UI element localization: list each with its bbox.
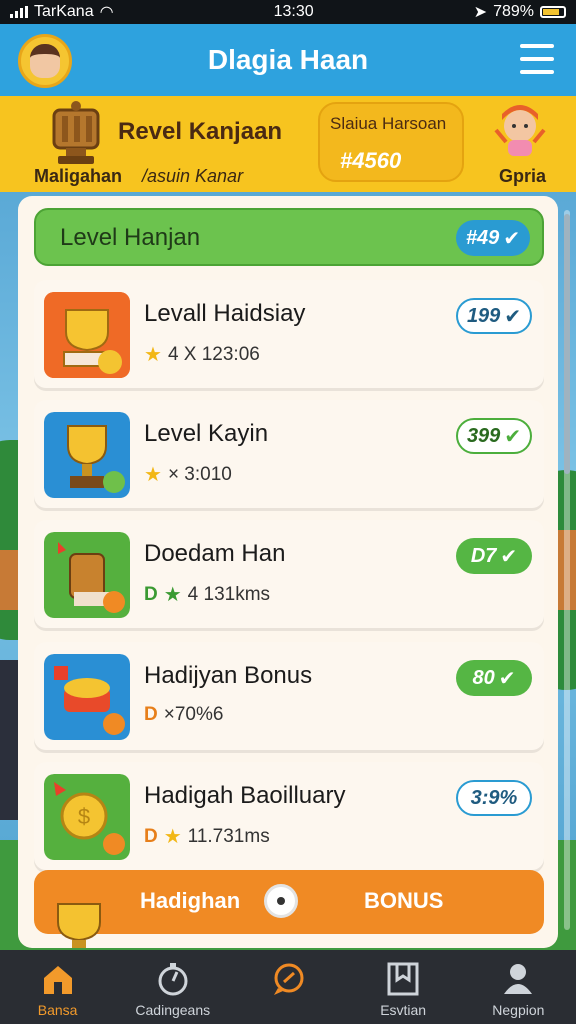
star-icon: ★ — [163, 584, 182, 606]
list-item[interactable]: $ Hadigah Baoilluary D ★ 11.731ms 3:9% — [34, 762, 544, 870]
bookmark-icon — [387, 962, 419, 996]
d-badge-icon: D — [144, 583, 158, 605]
check-icon: ✔ — [503, 227, 521, 250]
banner-subtitle-right: /asuin Kanar — [142, 166, 244, 186]
check-icon: ✔ — [504, 305, 522, 328]
item-title: Hadigah Baoilluary — [144, 782, 346, 809]
item-meta: D ×70%6 — [144, 704, 223, 726]
scrollbar-thumb[interactable] — [564, 214, 570, 474]
item-badge-value: 80 — [472, 666, 495, 689]
chat-icon — [273, 963, 304, 995]
location-icon: ➤ — [473, 4, 488, 21]
signal-icon — [10, 6, 28, 18]
battery-icon — [540, 6, 566, 18]
list-header-badge[interactable]: #49 ✔ — [456, 220, 530, 256]
item-badge[interactable]: 399 ✔ — [456, 418, 532, 454]
d-badge-icon: D — [144, 825, 158, 847]
item-badge[interactable]: 80 ✔ — [456, 660, 532, 696]
trophy-icon — [57, 903, 101, 948]
list-item[interactable]: Level Kayin ★ × 3:010 399 ✔ — [34, 400, 544, 508]
home-icon — [43, 966, 72, 994]
item-title: Level Kayin — [144, 420, 269, 447]
score-card-title: Slaiua Harsoan — [330, 114, 447, 133]
item-meta-text: ×70%6 — [163, 704, 224, 725]
trophy-icon — [44, 412, 130, 498]
nav-label: Bansa — [37, 1002, 78, 1018]
nav-label: Cadingeans — [135, 1002, 211, 1018]
token-icon — [264, 884, 298, 918]
item-badge[interactable]: 199 ✔ — [456, 298, 532, 334]
item-meta-text: 11.731ms — [187, 825, 270, 847]
list-header[interactable]: Level Hanjan #49 ✔ — [34, 208, 544, 266]
score-card-value: #4560 — [340, 148, 402, 173]
star-icon: ★ — [144, 344, 162, 366]
bottom-nav: Bansa Cadingeans Esvtian Negpion — [0, 950, 576, 1024]
nav-item-bookmark[interactable]: Esvtian — [348, 950, 458, 1018]
item-badge-value: 199 — [466, 304, 501, 327]
app-title: Dlagia Haan — [207, 44, 369, 75]
banner-title: Revel Kanjaan — [118, 118, 283, 145]
list-item[interactable]: Levall Haidsiay ★ 4 X 123:06 199 ✔ — [34, 280, 544, 388]
banner-subtitle-left: Maligahan — [34, 166, 123, 186]
item-badge[interactable]: 3:9% — [456, 780, 532, 816]
item-meta: D ★ 4 131kms — [144, 582, 270, 607]
item-title: Levall Haidsiay — [144, 300, 306, 327]
nav-label: Esvtian — [380, 1002, 427, 1018]
item-meta: ★ × 3:010 — [144, 462, 232, 487]
check-icon: ✔ — [504, 425, 522, 448]
status-bar: TarKana ◠ 13:30 ➤ 789% — [0, 0, 576, 24]
carrier-name: TarKana — [34, 3, 94, 20]
lantern-icon — [44, 532, 130, 618]
item-badge[interactable]: D7 ✔ — [456, 538, 532, 574]
nav-item-timer[interactable]: Cadingeans — [118, 950, 228, 1018]
item-badge-value: 399 — [466, 424, 501, 447]
item-title: Hadijyan Bonus — [144, 662, 313, 689]
nav-item-home[interactable]: Bansa — [3, 950, 113, 1018]
d-badge-icon: D — [144, 704, 158, 725]
list-item[interactable]: Doedam Han D ★ 4 131kms D7 ✔ — [34, 520, 544, 628]
score-card[interactable]: Slaiua Harsoan #4560 — [318, 102, 464, 182]
list-header-badge-value: #49 — [465, 226, 500, 249]
mascot-icon[interactable] — [490, 100, 550, 160]
battery-percent: 789% — [493, 3, 534, 20]
trophy-icon — [52, 101, 100, 164]
avatar[interactable] — [18, 34, 72, 88]
app-header: Dlagia Haan — [0, 24, 576, 96]
item-meta-text: 4 131kms — [187, 583, 271, 605]
profile-icon — [504, 964, 533, 994]
bonus-label: Hadighan — [140, 888, 241, 913]
item-meta: D ★ 11.731ms — [144, 824, 270, 849]
dollar-coin-icon: $ — [44, 774, 130, 860]
coin-stack-icon — [44, 654, 130, 740]
trophy-icon — [44, 292, 130, 378]
bonus-tag: BONUS — [364, 888, 444, 913]
item-badge-value: 3:9% — [470, 786, 518, 809]
mascot-label: Gpria — [498, 166, 546, 186]
timer-icon — [158, 963, 188, 996]
clock: 13:30 — [273, 3, 314, 20]
list-item[interactable]: Hadijyan Bonus D ×70%6 80 ✔ — [34, 642, 544, 750]
svg-text:$: $ — [78, 804, 90, 829]
item-badge-value: D7 — [470, 544, 497, 567]
wifi-icon: ◠ — [99, 4, 114, 21]
star-icon: ★ — [144, 464, 162, 486]
level-list-panel: Level Hanjan #49 ✔ Levall Haidsiay ★ 4 X… — [18, 196, 558, 948]
nav-item-profile[interactable]: Negpion — [463, 950, 573, 1018]
star-icon: ★ — [163, 826, 182, 848]
item-meta-text: 4 X 123:06 — [167, 343, 260, 365]
list-header-title: Level Hanjan — [60, 224, 201, 251]
item-meta: ★ 4 X 123:06 — [144, 342, 260, 367]
nav-item-chat[interactable] — [233, 950, 343, 1002]
item-title: Doedam Han — [144, 540, 286, 567]
item-meta-text: × 3:010 — [167, 463, 232, 485]
level-banner: Revel Kanjaan Maligahan /asuin Kanar Sla… — [0, 96, 576, 192]
check-icon: ✔ — [500, 545, 518, 568]
nav-label: Negpion — [492, 1002, 545, 1018]
menu-button[interactable] — [520, 44, 554, 74]
check-icon: ✔ — [498, 667, 516, 690]
